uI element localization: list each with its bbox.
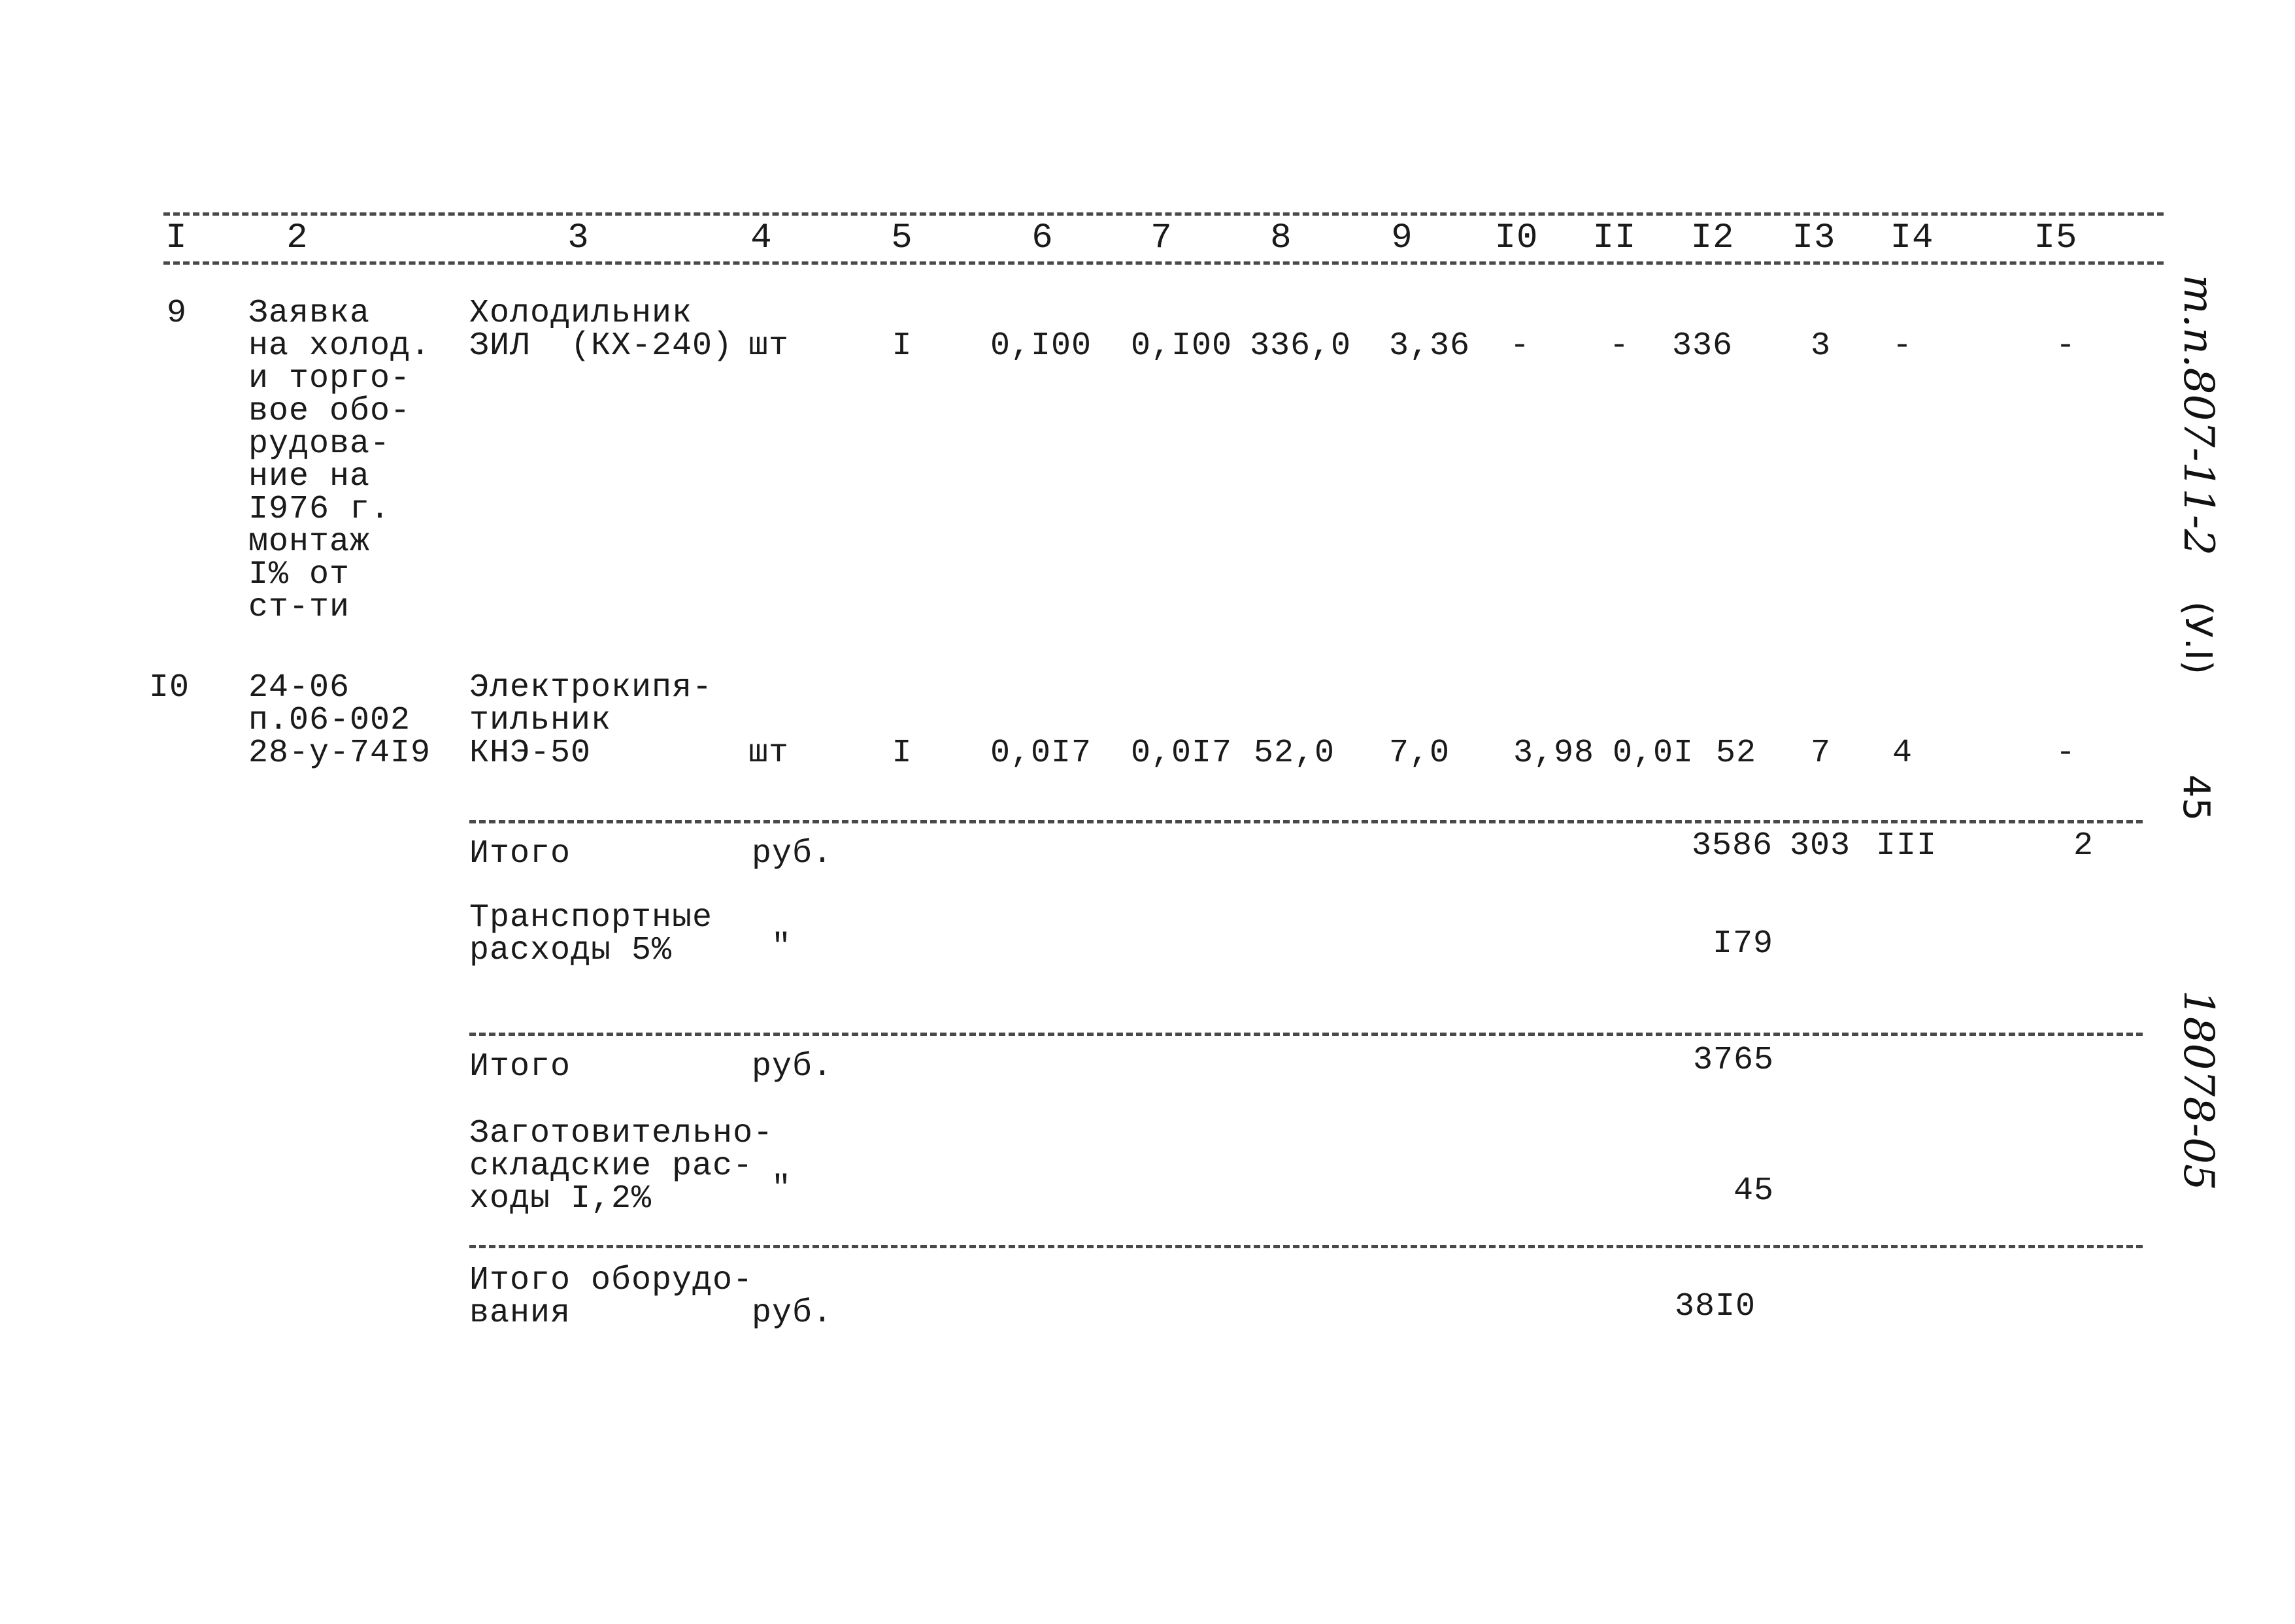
- col15-cell: -: [2056, 735, 2077, 772]
- column-header-3: 3: [567, 218, 590, 258]
- basis-line: рудова-: [248, 425, 391, 463]
- summary-unit: руб.: [752, 1048, 833, 1085]
- basis-line: ние на: [248, 458, 371, 495]
- col10-cell: 3,98: [1513, 735, 1595, 772]
- column-header-13: I3: [1792, 218, 1836, 258]
- summary-rule: [469, 1245, 2143, 1248]
- summary-col12: 3765: [1693, 1042, 1775, 1079]
- basis-line: 28-у-74I9: [248, 735, 431, 772]
- column-header-7: 7: [1150, 218, 1173, 258]
- summary-label-line: вания: [469, 1295, 571, 1332]
- col14-cell: 4: [1892, 735, 1913, 772]
- summary-label-line: Заготовительно-: [469, 1115, 774, 1152]
- summary-unit: ": [771, 1170, 792, 1208]
- col10-cell: -: [1510, 327, 1531, 365]
- basis-line: вое обо-: [248, 393, 411, 430]
- summary-col12: I79: [1713, 925, 1774, 963]
- col11-cell: -: [1609, 327, 1630, 365]
- summary-rule: [469, 820, 2143, 823]
- row-number: I0: [149, 669, 190, 706]
- summary-label-line: расходы 5%: [469, 932, 673, 969]
- quantity-cell: I: [892, 735, 913, 772]
- basis-line: на холод.: [248, 327, 431, 365]
- col6-cell: 0,0I7: [990, 735, 1092, 772]
- summary-label: Транспортные расходы 5%: [469, 902, 712, 967]
- item-name-line: Холодильник: [469, 295, 693, 332]
- column-header-9: 9: [1391, 218, 1413, 258]
- item-name-line: тильник: [469, 702, 612, 739]
- col11-cell: 0,0I: [1613, 735, 1694, 772]
- item-name-line: КНЭ-50: [469, 735, 592, 772]
- row-item-name: Холодильник ЗИЛ (КХ-240): [469, 297, 733, 363]
- column-header-15: I5: [2034, 218, 2078, 258]
- column-header-10: I0: [1494, 218, 1539, 258]
- basis-line: Заявка: [248, 295, 371, 332]
- summary-label-line: Транспортные: [469, 899, 713, 936]
- col8-cell: 336,0: [1250, 327, 1352, 365]
- col15-cell: -: [2056, 327, 2077, 365]
- header-bottom-rule: [163, 261, 2164, 265]
- quantity-cell: I: [892, 327, 913, 365]
- row-item-name: Электрокипя- тильник КНЭ-50: [469, 672, 712, 770]
- row-basis: 24-06 п.06-002 28-у-74I9: [248, 672, 431, 770]
- summary-unit: ": [771, 929, 792, 966]
- project-code-note: т.п.807-11-2: [2174, 274, 2222, 556]
- summary-label: Итого оборудо- вания: [469, 1265, 753, 1330]
- basis-line: ст-ти: [248, 589, 350, 626]
- basis-line: 24-06: [248, 669, 350, 706]
- summary-label: Итого: [469, 1048, 571, 1085]
- basis-line: монтаж: [248, 523, 371, 561]
- row-number: 9: [167, 295, 188, 332]
- col7-cell: 0,I00: [1131, 327, 1233, 365]
- inventory-number-note: 18078-05: [2174, 990, 2222, 1191]
- basis-line: и торго-: [248, 360, 411, 397]
- col7-cell: 0,0I7: [1131, 735, 1233, 772]
- column-header-2: 2: [286, 218, 309, 258]
- summary-col12: 45: [1734, 1172, 1775, 1210]
- summary-label: Заготовительно- складские рас- ходы I,2%: [469, 1118, 773, 1216]
- basis-line: п.06-002: [248, 702, 411, 739]
- basis-line: I976 г.: [248, 491, 391, 528]
- col6-cell: 0,I00: [990, 327, 1092, 365]
- column-header-6: 6: [1031, 218, 1054, 258]
- col13-cell: 7: [1811, 735, 1832, 772]
- summary-col13: 303: [1790, 827, 1851, 865]
- summary-col12: 38I0: [1675, 1288, 1756, 1325]
- unit-cell: шт: [748, 735, 790, 772]
- summary-unit: руб.: [752, 835, 833, 872]
- column-header-8: 8: [1270, 218, 1292, 258]
- summary-col14: III: [1876, 827, 1937, 865]
- summary-label-line: ходы I,2%: [469, 1180, 652, 1218]
- col12-cell: 52: [1716, 735, 1757, 772]
- unit-cell: шт: [748, 327, 790, 365]
- column-header-1: I: [165, 218, 188, 258]
- summary-rule: [469, 1033, 2143, 1036]
- col14-cell: -: [1892, 327, 1913, 365]
- item-name-line: ЗИЛ (КХ-240): [469, 327, 733, 365]
- summary-unit: руб.: [752, 1295, 833, 1332]
- column-header-14: I4: [1890, 218, 1934, 258]
- col12-cell: 336: [1672, 327, 1734, 365]
- summary-col15: 2: [2073, 827, 2094, 865]
- volume-note: (У.I): [2177, 601, 2219, 675]
- page-number: 45: [2175, 774, 2217, 821]
- col13-cell: 3: [1811, 327, 1832, 365]
- item-name-line: Электрокипя-: [469, 669, 713, 706]
- col9-cell: 7,0: [1389, 735, 1450, 772]
- column-header-11: II: [1592, 218, 1637, 258]
- header-top-rule: [163, 212, 2164, 216]
- summary-label-line: Итого оборудо-: [469, 1262, 754, 1299]
- col8-cell: 52,0: [1254, 735, 1335, 772]
- column-header-5: 5: [891, 218, 913, 258]
- basis-line: I% от: [248, 556, 350, 593]
- row-basis: Заявка на холод. и торго- вое обо- рудов…: [248, 297, 431, 624]
- summary-label: Итого: [469, 835, 571, 872]
- col9-cell: 3,36: [1389, 327, 1471, 365]
- column-header-12: I2: [1690, 218, 1735, 258]
- summary-col12: 3586: [1692, 827, 1773, 865]
- column-header-4: 4: [750, 218, 773, 258]
- summary-label-line: складские рас-: [469, 1148, 754, 1185]
